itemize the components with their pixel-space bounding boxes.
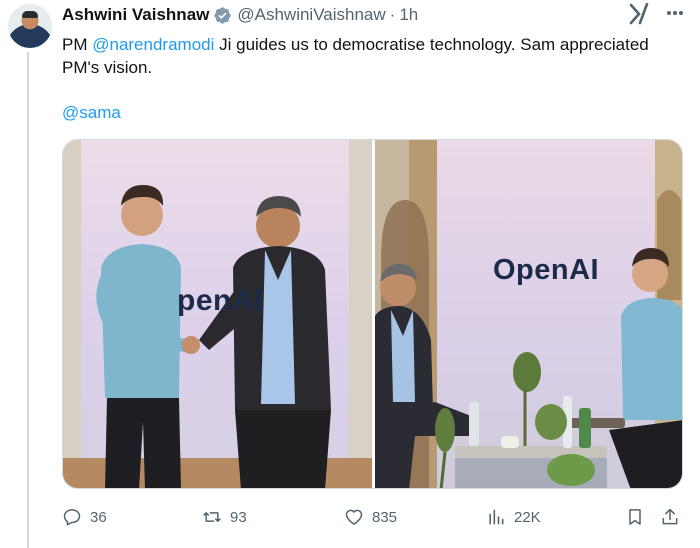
heart-icon — [345, 509, 363, 525]
mention-link[interactable]: @narendramodi — [92, 35, 214, 54]
tweet-header: Ashwini Vaishnaw @AshwiniVaishnaw · 1h — [62, 4, 418, 26]
like-button[interactable]: 835 — [344, 504, 397, 530]
reply-button[interactable]: 36 — [62, 504, 107, 530]
more-options-icon[interactable] — [660, 0, 690, 26]
bookmark-button[interactable] — [625, 504, 645, 530]
tag-link[interactable]: @sama — [62, 103, 121, 123]
tweet-time[interactable]: 1h — [399, 5, 418, 25]
repost-button[interactable]: 93 — [202, 504, 247, 530]
reply-count: 36 — [90, 508, 107, 526]
like-count: 835 — [372, 508, 398, 526]
tweet-text: PM @narendramodi Ji guides us to democra… — [62, 33, 662, 79]
tweet-actions: 36 93 835 22K — [62, 504, 692, 530]
verified-badge-icon[interactable] — [213, 6, 232, 25]
share-button[interactable] — [660, 504, 680, 530]
share-icon — [662, 508, 678, 525]
grok-icon[interactable] — [628, 3, 652, 25]
tweet-text-prefix: PM — [62, 35, 93, 54]
bookmark-icon — [629, 509, 641, 525]
repost-count: 93 — [230, 508, 247, 526]
photo-handshake[interactable]: penAI — [63, 140, 372, 488]
repost-icon — [203, 512, 221, 522]
views-button[interactable]: 22K — [486, 504, 541, 530]
reply-icon — [63, 509, 81, 526]
media-grid: penAI OpenAI — [62, 139, 683, 489]
separator-dot: · — [389, 5, 396, 24]
openai-sign-right: OpenAI — [493, 254, 600, 286]
views-count: 22K — [514, 508, 541, 526]
avatar[interactable] — [8, 4, 52, 48]
author-handle[interactable]: @AshwiniVaishnaw — [237, 5, 385, 25]
author-name[interactable]: Ashwini Vaishnaw — [62, 5, 209, 25]
photo-seated-conversation[interactable]: OpenAI — [375, 140, 682, 488]
thread-line — [27, 52, 29, 548]
views-chart-icon — [489, 509, 504, 525]
openai-sign-left: penAI — [177, 284, 263, 317]
